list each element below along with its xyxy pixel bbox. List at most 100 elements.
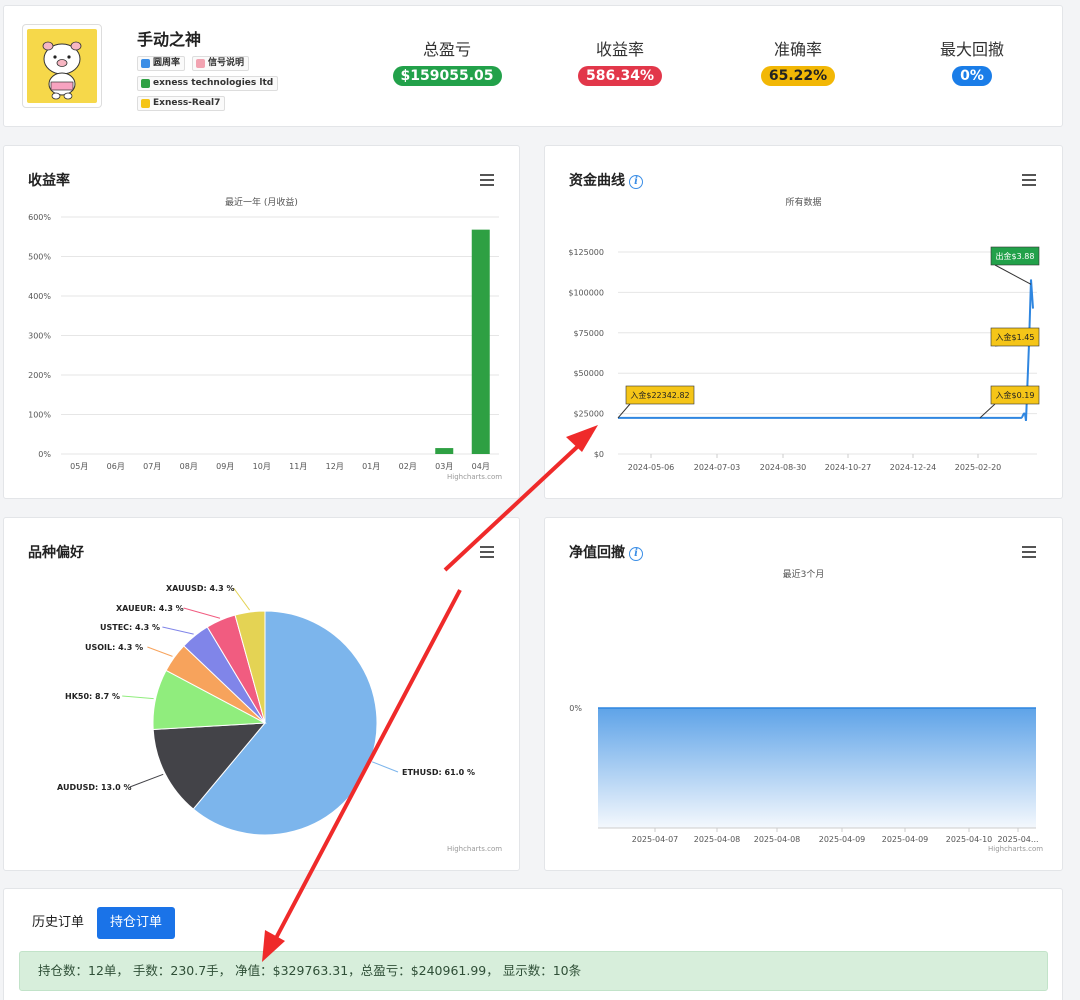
stat-label: 准确率 xyxy=(773,40,822,59)
bar xyxy=(435,448,454,454)
y-tick-label: 400% xyxy=(28,292,51,301)
x-tick-label: 2025-04... xyxy=(997,835,1038,844)
tag-label: Exness-Real7 xyxy=(153,98,221,108)
tag-broker: exness technologies ltd xyxy=(137,76,279,91)
tag-label: 信号说明 xyxy=(208,58,245,68)
x-tick-label: 2025-04-08 xyxy=(694,835,741,844)
y-tick-label: 100% xyxy=(28,411,51,420)
x-tick-label: 2025-04-09 xyxy=(882,835,929,844)
y-tick-label: $0 xyxy=(594,450,604,459)
pig-mascot-icon xyxy=(42,41,82,100)
stat-label: 收益率 xyxy=(595,40,644,59)
y-tick-label: 300% xyxy=(28,332,51,341)
drawdown-area xyxy=(598,708,1036,828)
x-tick-label: 03月 xyxy=(435,462,453,471)
x-tick-label: 2025-04-10 xyxy=(946,835,993,844)
trader-name: 手动之神 xyxy=(137,30,202,49)
pie-label: ETHUSD: 61.0 % xyxy=(402,768,475,777)
x-tick-label: 01月 xyxy=(362,462,380,471)
stat-max-drawdown: 最大回撤 0% xyxy=(922,36,1022,86)
stat-value: 0% xyxy=(952,66,992,86)
pie-connector xyxy=(122,695,154,700)
x-tick-label: 2024-10-27 xyxy=(825,463,872,472)
y-tick-label: 0% xyxy=(38,450,51,459)
equity-line-chart: $0 $25000 $50000 $75000 $100000 $125000 2024-0… xyxy=(568,246,1040,472)
annotation-label: 入金$1.45 xyxy=(996,332,1035,342)
pie-connector xyxy=(147,646,173,657)
tag-signal-info[interactable]: 信号说明 xyxy=(192,56,250,71)
tag-server: Exness-Real7 xyxy=(137,96,226,111)
x-tick-label: 06月 xyxy=(107,462,125,471)
pie-label: AUDUSD: 13.0 % xyxy=(57,783,132,792)
x-tick-label: 11月 xyxy=(289,462,307,471)
x-tick-label: 09月 xyxy=(216,462,234,471)
symbol-preference-panel: 品种偏好 ETHUSD: 61.0 % AUDUSD: 13.0 % HK50: 8… xyxy=(3,517,520,871)
pie-connector xyxy=(233,587,251,611)
x-tick-label: 12月 xyxy=(326,462,344,471)
pie-label: XAUEUR: 4.3 % xyxy=(116,604,184,613)
pie-connector xyxy=(129,773,164,788)
stat-value: $159055.05 xyxy=(392,66,502,86)
returns-panel: 收益率 最近一年 (月收益) 0% 100% 200% 300% 400% 500% 600… xyxy=(3,145,520,499)
stat-label: 最大回撤 xyxy=(939,40,1004,59)
x-tick-label: 2025-04-08 xyxy=(754,835,801,844)
avatar[interactable] xyxy=(22,24,102,108)
doc-icon xyxy=(196,59,205,68)
drawdown-panel: 净值回撤 i 最近3个月 0% 2025-04-07 2025-04-08 2025-0… xyxy=(544,517,1063,871)
chart-credit[interactable]: Highcharts.com xyxy=(988,845,1043,853)
bar xyxy=(471,229,490,454)
symbol-pie-chart: ETHUSD: 61.0 % AUDUSD: 13.0 % HK50: 8.7 % U… xyxy=(57,584,475,836)
x-tick-label: 2024-07-03 xyxy=(694,463,741,472)
pie-label: USOIL: 4.3 % xyxy=(85,643,143,652)
equity-panel: 资金曲线 i 所有数据 $0 $25000 $50000 $75000 $100000 $1… xyxy=(544,145,1063,499)
pie-label: USTEC: 4.3 % xyxy=(100,623,160,632)
positions-summary: 持仓数：12单， 手数：230.7手， 净值：$329763.31，总盈亏：$2… xyxy=(19,951,1048,991)
stat-accuracy: 准确率 65.22% xyxy=(748,36,848,86)
pie-connector xyxy=(162,626,194,635)
annotation-leader xyxy=(979,403,996,419)
y-tick-label: 0% xyxy=(569,704,582,713)
account-header: 手动之神 圆周率 信号说明 exness technologies ltd Ex… xyxy=(3,5,1063,127)
stat-value: 65.22% xyxy=(760,66,836,86)
chart-credit[interactable]: Highcharts.com xyxy=(447,845,502,853)
pie-connector xyxy=(183,607,221,619)
stat-label: 总盈亏 xyxy=(422,40,471,59)
x-tick-label: 02月 xyxy=(399,462,417,471)
stat-total-pnl: 总盈亏 $159055.05 xyxy=(392,36,502,86)
tag-label: exness technologies ltd xyxy=(153,78,274,88)
annotation-label: 出金$3.88 xyxy=(996,251,1035,261)
pie-label: HK50: 8.7 % xyxy=(65,692,120,701)
tag-label: 圆周率 xyxy=(153,58,181,68)
orders-section: 历史订单 持仓订单 持仓数：12单， 手数：230.7手， 净值：$329763… xyxy=(3,888,1063,1000)
stat-return-rate: 收益率 586.34% xyxy=(570,36,670,86)
tab-history-orders[interactable]: 历史订单 xyxy=(20,907,97,939)
user-icon xyxy=(141,59,150,68)
x-tick-label: 07月 xyxy=(143,462,161,471)
annotation-label: 入金$22342.82 xyxy=(630,390,689,400)
x-tick-label: 2025-04-09 xyxy=(819,835,866,844)
returns-bar-chart: 0% 100% 200% 300% 400% 500% 600% 05月 06月 07月 08月 09… xyxy=(28,213,499,471)
y-tick-label: $75000 xyxy=(573,329,604,338)
y-tick-label: 200% xyxy=(28,371,51,380)
pie-connector xyxy=(372,761,399,773)
x-tick-label: 10月 xyxy=(253,462,271,471)
stat-value: 586.34% xyxy=(577,66,663,86)
x-tick-label: 08月 xyxy=(180,462,198,471)
y-tick-label: 600% xyxy=(28,213,51,222)
y-tick-label: $100000 xyxy=(568,288,604,297)
tab-open-orders[interactable]: 持仓订单 xyxy=(97,907,176,939)
x-tick-label: 2024-05-06 xyxy=(628,463,675,472)
annotation-leader xyxy=(994,264,1032,285)
pie-label: XAUUSD: 4.3 % xyxy=(166,584,234,593)
broker-icon xyxy=(141,79,150,88)
chart-credit[interactable]: Highcharts.com xyxy=(447,473,502,481)
y-tick-label: $25000 xyxy=(573,410,604,419)
x-tick-label: 2024-08-30 xyxy=(760,463,807,472)
x-tick-label: 2025-04-07 xyxy=(632,835,679,844)
x-tick-label: 2025-02-20 xyxy=(955,463,1002,472)
x-tick-label: 04月 xyxy=(472,462,490,471)
server-icon xyxy=(141,99,150,108)
annotation-label: 入金$0.19 xyxy=(996,390,1035,400)
drawdown-area-chart: 0% 2025-04-07 2025-04-08 2025-04-08 2025-04-… xyxy=(569,704,1038,844)
tag-pi[interactable]: 圆周率 xyxy=(137,56,186,71)
